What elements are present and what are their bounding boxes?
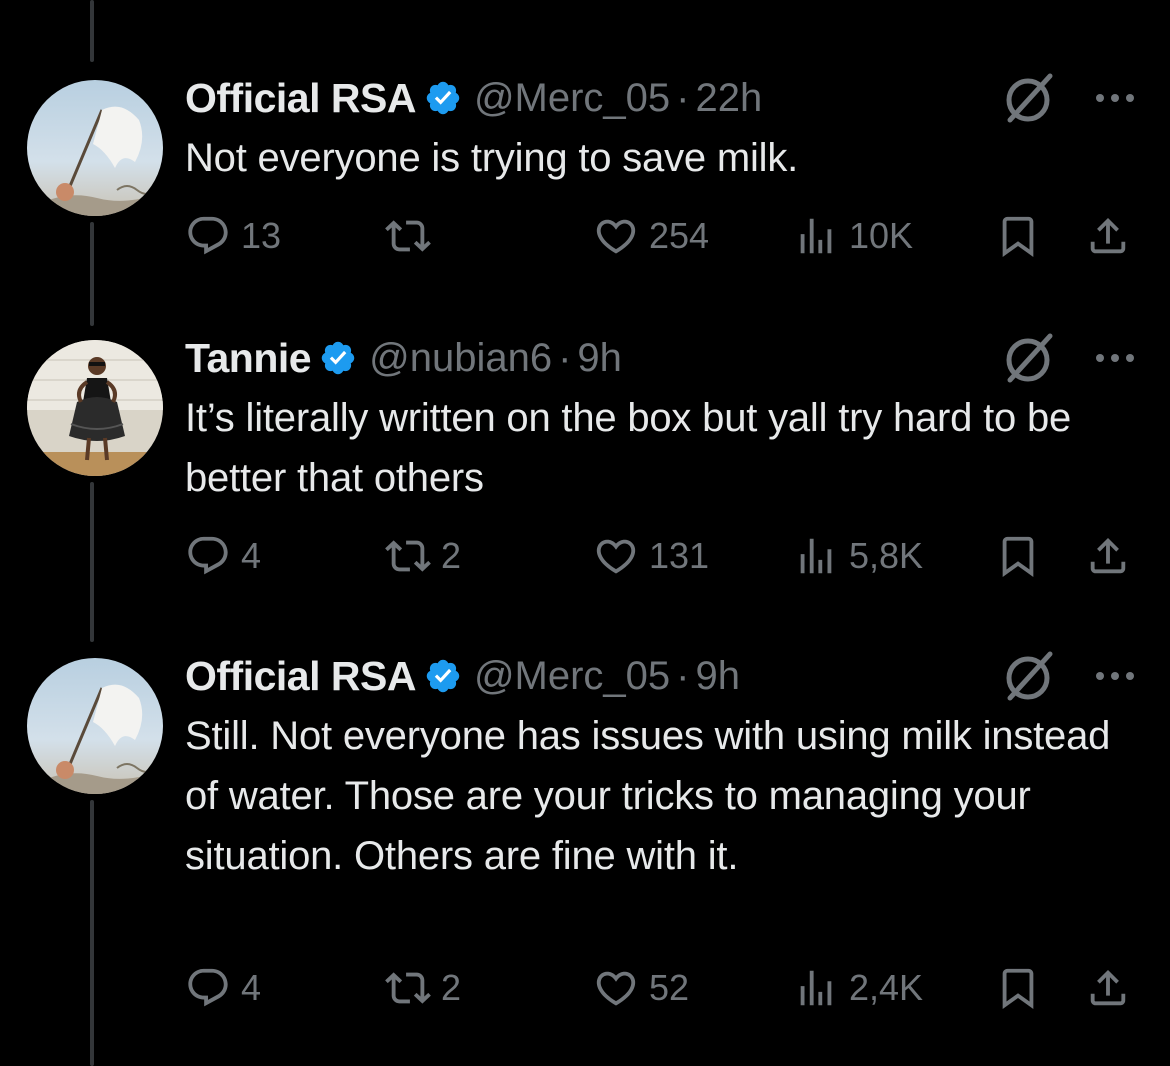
share-icon (1090, 969, 1126, 1006)
reply-button[interactable]: 13 (185, 210, 281, 262)
share-button[interactable] (1085, 962, 1131, 1014)
tweet-text: It’s literally written on the box but ya… (185, 396, 1072, 500)
views-button[interactable]: 2,4K (793, 962, 923, 1014)
display-name[interactable]: Tannie (185, 335, 312, 382)
like-button[interactable]: 131 (593, 530, 709, 582)
timestamp[interactable]: 22h (696, 76, 763, 121)
mute-conversation-icon[interactable] (1000, 68, 1060, 128)
reply-icon (188, 216, 228, 255)
views-button[interactable]: 10K (793, 210, 913, 262)
share-icon (1090, 537, 1126, 574)
heart-icon (596, 971, 636, 1006)
bookmark-icon (1002, 216, 1034, 257)
separator-dot: · (676, 75, 690, 120)
retweet-count: 2 (441, 535, 462, 576)
woman-in-dress-avatar-image (27, 340, 163, 476)
bookmark-icon (1002, 536, 1034, 577)
user-handle[interactable]: @Merc_05 (474, 76, 670, 121)
retweet-icon (385, 220, 431, 252)
share-button[interactable] (1085, 530, 1131, 582)
view-count: 5,8K (849, 535, 924, 576)
share-button[interactable] (1085, 210, 1131, 262)
reply-icon (188, 536, 228, 575)
white-flag-avatar-image (27, 80, 163, 216)
reply-count: 4 (241, 535, 262, 576)
like-count: 131 (649, 535, 710, 576)
views-chart-icon (800, 538, 832, 574)
thread-line-3 (90, 800, 94, 1066)
avatar[interactable] (27, 80, 163, 216)
retweet-button[interactable] (385, 210, 441, 262)
reply-button[interactable]: 4 (185, 530, 261, 582)
like-button[interactable]: 254 (593, 210, 709, 262)
more-options-icon[interactable] (1092, 658, 1138, 694)
retweet-button[interactable]: 2 (385, 530, 461, 582)
tweet-header: Official RSA @Merc_05 · 9h (185, 644, 740, 708)
more-options-icon[interactable] (1092, 80, 1138, 116)
separator-dot: · (676, 653, 690, 698)
bookmark-button[interactable] (995, 210, 1041, 262)
tweet-header: Tannie @nubian6 · 9h (185, 326, 622, 390)
heart-icon (596, 219, 636, 254)
reply-button[interactable]: 4 (185, 962, 261, 1014)
tweet-text: Not everyone is trying to save milk. (185, 136, 799, 180)
verified-badge-icon (424, 657, 462, 695)
reply-count: 4 (241, 967, 262, 1008)
more-options-icon[interactable] (1092, 340, 1138, 376)
separator-dot: · (558, 335, 572, 380)
tweet-text: Still. Not everyone has issues with usin… (185, 714, 1111, 878)
bookmark-icon (1002, 968, 1034, 1009)
timestamp[interactable]: 9h (577, 336, 622, 381)
verified-badge-icon (319, 339, 357, 377)
user-handle[interactable]: @nubian6 (369, 336, 552, 381)
retweet-button[interactable]: 2 (385, 962, 461, 1014)
like-button[interactable]: 52 (593, 962, 689, 1014)
retweet-icon (385, 540, 431, 572)
thread-line-2 (90, 482, 94, 642)
view-count: 10K (849, 215, 914, 256)
avatar[interactable] (27, 658, 163, 794)
share-icon (1090, 217, 1126, 254)
timestamp[interactable]: 9h (696, 654, 741, 699)
retweet-count: 2 (441, 967, 462, 1008)
bookmark-button[interactable] (995, 962, 1041, 1014)
thread-line-top (90, 0, 94, 62)
retweet-icon (385, 972, 431, 1004)
views-chart-icon (800, 970, 832, 1006)
verified-badge-icon (424, 79, 462, 117)
reply-count: 13 (241, 215, 282, 256)
reply-icon (188, 968, 228, 1007)
avatar[interactable] (27, 340, 163, 476)
heart-icon (596, 539, 636, 574)
user-handle[interactable]: @Merc_05 (474, 654, 670, 699)
views-chart-icon (800, 218, 832, 254)
mute-conversation-icon[interactable] (1000, 328, 1060, 388)
action-bar: 4 2 52 2,4K (185, 962, 1145, 1014)
tweet-header: Official RSA @Merc_05 · 22h (185, 66, 762, 130)
thread-line-1 (90, 222, 94, 326)
view-count: 2,4K (849, 967, 924, 1008)
action-bar: 4 2 131 5,8K (185, 530, 1145, 582)
like-count: 52 (649, 967, 690, 1008)
views-button[interactable]: 5,8K (793, 530, 923, 582)
action-bar: 13 254 10K (185, 210, 1145, 262)
display-name[interactable]: Official RSA (185, 75, 416, 122)
mute-conversation-icon[interactable] (1000, 646, 1060, 706)
bookmark-button[interactable] (995, 530, 1041, 582)
like-count: 254 (649, 215, 710, 256)
display-name[interactable]: Official RSA (185, 653, 416, 700)
white-flag-avatar-image (27, 658, 163, 794)
